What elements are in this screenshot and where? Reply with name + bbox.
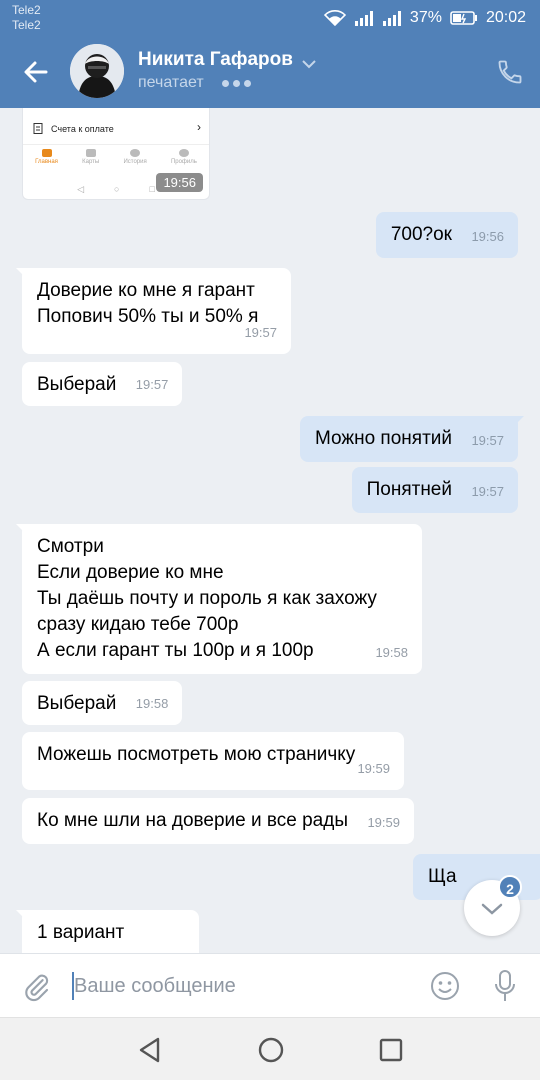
message-time: 19:57 (244, 325, 277, 340)
voice-message-button[interactable] (493, 969, 517, 1003)
back-button[interactable] (22, 58, 50, 86)
message-bubble-outgoing[interactable]: Понятней 19:57 (351, 467, 518, 513)
wifi-icon (323, 10, 346, 26)
message-text: 700?ок (390, 224, 452, 245)
message-composer (0, 953, 540, 1017)
message-input[interactable] (74, 968, 414, 1004)
attachment-time: 19:56 (156, 173, 203, 192)
microphone-icon (495, 970, 515, 1001)
nav-home-button[interactable] (257, 1036, 285, 1069)
message-bubble-outgoing[interactable]: Можно понятий 19:57 (299, 416, 524, 462)
signal-icon-2 (382, 10, 402, 26)
message-bubble-incoming[interactable]: Доверие ко мне я гарант Попович 50% ты и… (16, 268, 291, 354)
carrier-label-1: Tele2 (12, 3, 41, 17)
message-bubble-incoming[interactable]: 1 вариант (16, 910, 199, 953)
message-text: Можно понятий (314, 428, 452, 449)
nav-back-button[interactable] (136, 1036, 164, 1069)
attachment-tab-cards: Карты (82, 145, 99, 180)
message-time: 19:57 (471, 484, 504, 499)
carrier-label-2: Tele2 (12, 18, 41, 32)
unread-count-badge: 2 (498, 875, 522, 899)
emoji-button[interactable] (430, 971, 460, 1001)
message-time: 19:59 (357, 761, 390, 776)
message-text: Выберай (37, 374, 117, 395)
attachment-invoice-row: Счета к оплате › (33, 120, 201, 138)
status-icons: 37% 20:02 (323, 9, 526, 27)
message-bubble-outgoing[interactable]: 700?ок 19:56 (375, 212, 518, 258)
attach-button[interactable] (22, 972, 52, 1002)
message-time: 19:57 (471, 433, 504, 448)
phone-icon (498, 60, 522, 84)
smiley-icon (431, 972, 459, 1000)
message-text: Ко мне шли на доверие и все рады (37, 810, 348, 831)
typing-dots-icon (222, 80, 251, 87)
triangle-back-icon (139, 1037, 160, 1063)
message-text: Ща (428, 866, 457, 887)
attachment-tab-home: Главная (35, 145, 58, 180)
message-text: Доверие ко мне я гарант Попович 50% ты и… (37, 280, 259, 327)
message-text: 1 вариант (37, 922, 125, 943)
nav-recents-button[interactable] (378, 1037, 404, 1068)
message-bubble-incoming[interactable]: Ко мне шли на доверие и все рады 19:59 (22, 798, 414, 844)
chevron-down-icon[interactable] (302, 56, 316, 74)
message-list[interactable]: Счета к оплате › Главная Карты История П… (0, 108, 540, 953)
message-time: 19:56 (471, 229, 504, 244)
message-time: 19:58 (135, 696, 169, 711)
document-icon (33, 122, 43, 136)
call-button[interactable] (496, 58, 524, 86)
circle-home-icon (258, 1037, 284, 1063)
message-text: Можешь посмотреть мою страничку (37, 744, 356, 765)
battery-icon (450, 10, 478, 26)
message-time: 19:57 (135, 377, 169, 392)
message-text: Выберай (37, 693, 117, 714)
message-time: 19:59 (367, 815, 400, 830)
screenshot-attachment[interactable]: Счета к оплате › Главная Карты История П… (22, 108, 210, 200)
system-nav-bar (0, 1017, 540, 1080)
message-text: Понятней (366, 479, 452, 500)
back-arrow-icon (24, 61, 48, 83)
battery-percent: 37% (409, 9, 442, 26)
signal-icon-1 (354, 10, 374, 26)
message-bubble-incoming[interactable]: Смотри Если доверие ко мне Ты даёшь почт… (16, 524, 422, 674)
contact-name[interactable]: Никита Гафаров (138, 49, 293, 71)
avatar[interactable] (70, 44, 124, 98)
square-recents-icon (379, 1038, 403, 1062)
chevron-right-icon: › (197, 120, 201, 134)
message-text: Смотри Если доверие ко мне Ты даёшь почт… (37, 536, 377, 661)
top-bar: Tele2 Tele2 37% 20:02 Никита Гафаров печ… (0, 0, 540, 108)
message-time: 19:58 (375, 645, 408, 660)
message-bubble-incoming[interactable]: Можешь посмотреть мою страничку 19:59 (22, 732, 404, 790)
typing-status: печатает (138, 74, 204, 91)
paperclip-icon (25, 974, 49, 1002)
attachment-row-label: Счета к оплате (51, 124, 114, 134)
attachment-tab-history: История (123, 145, 147, 180)
clock: 20:02 (485, 9, 526, 26)
message-bubble-incoming[interactable]: Выберай 19:57 (22, 362, 183, 406)
status-bar: Tele2 Tele2 37% 20:02 (0, 0, 540, 36)
message-bubble-incoming[interactable]: Выберай 19:58 (22, 681, 183, 725)
